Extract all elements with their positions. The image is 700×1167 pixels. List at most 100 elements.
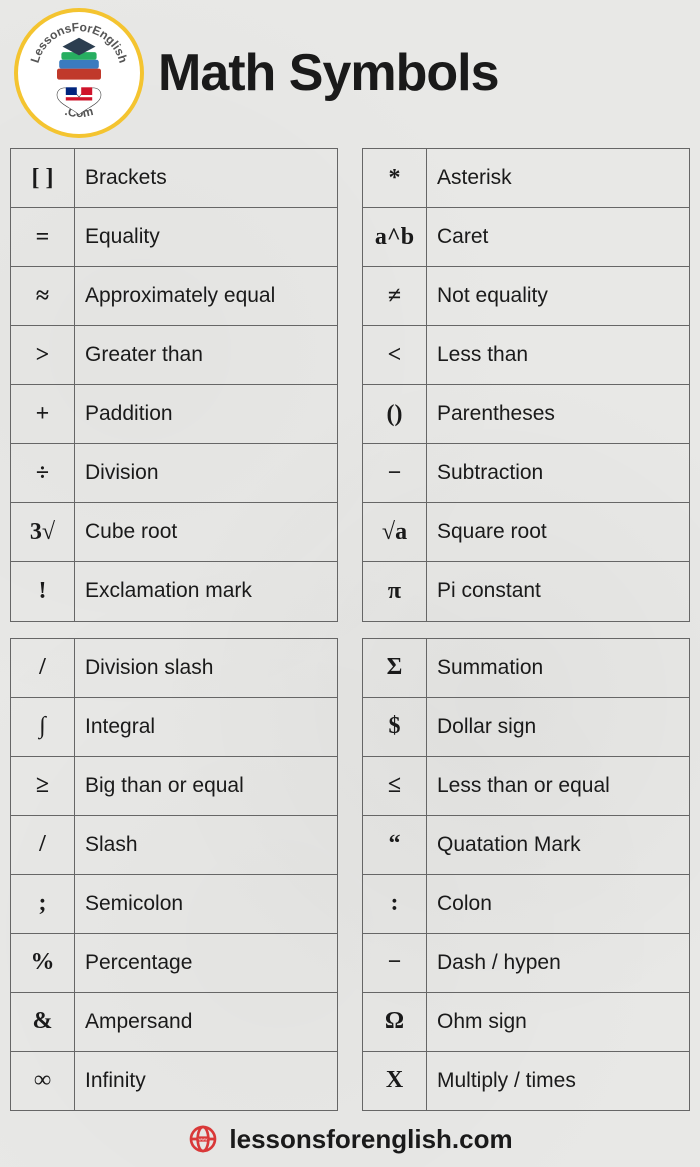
globe-icon: www (187, 1123, 219, 1155)
symbols-table-3: ΣSummation$Dollar sign≤Less than or equa… (362, 638, 690, 1112)
symbol-cell: : (363, 874, 427, 933)
table-row: ≥Big than or equal (11, 756, 338, 815)
table-row: %Percentage (11, 933, 338, 992)
symbol-cell: 3√ (11, 503, 75, 562)
name-cell: Quatation Mark (427, 815, 690, 874)
symbol-cell: [ ] (11, 149, 75, 208)
table-row: <Less than (363, 326, 690, 385)
table-row: ≈Approximately equal (11, 267, 338, 326)
symbol-cell: = (11, 208, 75, 267)
symbol-cell: a^b (363, 208, 427, 267)
symbol-cell: ÷ (11, 444, 75, 503)
name-cell: Slash (75, 815, 338, 874)
name-cell: Equality (75, 208, 338, 267)
name-cell: Integral (75, 697, 338, 756)
name-cell: Ampersand (75, 992, 338, 1051)
name-cell: Pi constant (427, 562, 690, 621)
name-cell: Big than or equal (75, 756, 338, 815)
symbol-cell: − (363, 444, 427, 503)
name-cell: Less than (427, 326, 690, 385)
svg-text:www: www (199, 1137, 208, 1142)
table-row: ()Parentheses (363, 385, 690, 444)
symbol-cell: / (11, 638, 75, 697)
name-cell: Exclamation mark (75, 562, 338, 621)
symbol-cell: + (11, 385, 75, 444)
name-cell: Dollar sign (427, 697, 690, 756)
symbols-table-1: *Asteriska^bCaret≠Not equality<Less than… (362, 148, 690, 622)
table-row: /Division slash (11, 638, 338, 697)
name-cell: Cube root (75, 503, 338, 562)
table-row: πPi constant (363, 562, 690, 621)
name-cell: Asterisk (427, 149, 690, 208)
name-cell: Summation (427, 638, 690, 697)
symbol-cell: Σ (363, 638, 427, 697)
table-row: ΩOhm sign (363, 992, 690, 1051)
table-row: −Subtraction (363, 444, 690, 503)
symbol-cell: ∫ (11, 697, 75, 756)
name-cell: Division slash (75, 638, 338, 697)
table-row: :Colon (363, 874, 690, 933)
name-cell: Paddition (75, 385, 338, 444)
table-row: ;Semicolon (11, 874, 338, 933)
table-row: −Dash / hypen (363, 933, 690, 992)
name-cell: Infinity (75, 1051, 338, 1110)
tables-container: [ ]Brackets=Equality≈Approximately equal… (10, 148, 690, 1111)
table-row: 3√Cube root (11, 503, 338, 562)
symbol-cell: * (363, 149, 427, 208)
symbol-cell: % (11, 933, 75, 992)
table-row: =Equality (11, 208, 338, 267)
table-row: ∞Infinity (11, 1051, 338, 1110)
table-row: /Slash (11, 815, 338, 874)
table-row: ÷Division (11, 444, 338, 503)
table-row: √aSquare root (363, 503, 690, 562)
symbol-cell: ! (11, 562, 75, 621)
table-row: [ ]Brackets (11, 149, 338, 208)
name-cell: Caret (427, 208, 690, 267)
symbol-cell: () (363, 385, 427, 444)
table-row: ΣSummation (363, 638, 690, 697)
symbol-cell: & (11, 992, 75, 1051)
table-row: *Asterisk (363, 149, 690, 208)
name-cell: Semicolon (75, 874, 338, 933)
name-cell: Ohm sign (427, 992, 690, 1051)
symbol-cell: / (11, 815, 75, 874)
symbols-table-0: [ ]Brackets=Equality≈Approximately equal… (10, 148, 338, 622)
symbol-cell: √a (363, 503, 427, 562)
symbol-cell: − (363, 933, 427, 992)
name-cell: Percentage (75, 933, 338, 992)
page-title: Math Symbols (158, 43, 499, 103)
name-cell: Greater than (75, 326, 338, 385)
name-cell: Not equality (427, 267, 690, 326)
symbol-cell: ; (11, 874, 75, 933)
symbol-cell: X (363, 1051, 427, 1110)
name-cell: Approximately equal (75, 267, 338, 326)
table-row: “Quatation Mark (363, 815, 690, 874)
footer-url: lessonsforenglish.com (229, 1124, 512, 1155)
symbol-cell: > (11, 326, 75, 385)
name-cell: Multiply / times (427, 1051, 690, 1110)
table-row: !Exclamation mark (11, 562, 338, 621)
symbol-cell: < (363, 326, 427, 385)
symbol-cell: π (363, 562, 427, 621)
symbols-table-2: /Division slash∫Integral≥Big than or equ… (10, 638, 338, 1112)
name-cell: Subtraction (427, 444, 690, 503)
name-cell: Square root (427, 503, 690, 562)
symbol-cell: ≤ (363, 756, 427, 815)
symbol-cell: ≥ (11, 756, 75, 815)
table-row: $Dollar sign (363, 697, 690, 756)
symbol-cell: $ (363, 697, 427, 756)
site-logo: LessonsForEnglish .Com (14, 8, 144, 138)
table-row: a^bCaret (363, 208, 690, 267)
table-row: XMultiply / times (363, 1051, 690, 1110)
name-cell: Division (75, 444, 338, 503)
symbol-cell: “ (363, 815, 427, 874)
symbol-cell: ≈ (11, 267, 75, 326)
table-row: &Ampersand (11, 992, 338, 1051)
table-row: >Greater than (11, 326, 338, 385)
table-row: ≠Not equality (363, 267, 690, 326)
footer: www lessonsforenglish.com (10, 1123, 690, 1159)
symbol-cell: ∞ (11, 1051, 75, 1110)
name-cell: Less than or equal (427, 756, 690, 815)
table-row: +Paddition (11, 385, 338, 444)
table-row: ≤Less than or equal (363, 756, 690, 815)
